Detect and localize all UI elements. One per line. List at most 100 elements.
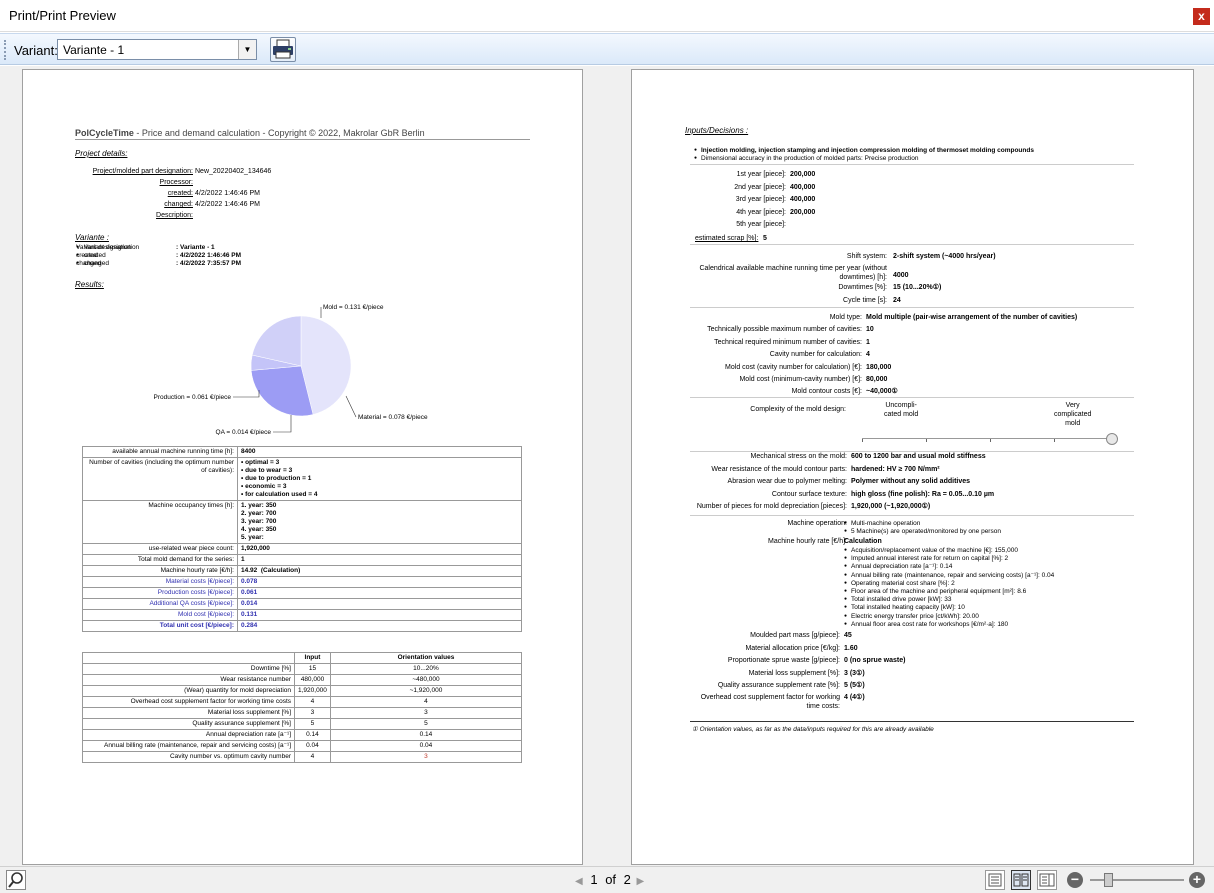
year-value: 400,000 — [790, 196, 816, 203]
zoom-search-button[interactable] — [6, 870, 26, 890]
results-value: 0.014 — [237, 598, 522, 610]
field-value: 180,000 — [866, 363, 892, 371]
project-row-label: Processor: — [159, 179, 193, 186]
field-label: Technical required minimum number of cav… — [714, 338, 862, 346]
close-button[interactable]: x — [1193, 8, 1210, 25]
multi-page-view-button[interactable] — [1037, 870, 1057, 890]
results-row: use-related wear piece count: 1,920,000 — [82, 543, 522, 555]
window-titlebar: Print/Print Preview x — [0, 0, 1214, 32]
complexity-label: Complexity of the mold design: — [750, 406, 846, 413]
results-label: use-related wear piece count: — [82, 543, 238, 555]
results-label: Mold cost [€/piece]: — [82, 609, 238, 621]
stress-label: Wear resistance of the mould contour par… — [711, 465, 847, 473]
field-value: ~40,000① — [866, 388, 898, 396]
tail-value: 4 (4①) — [844, 694, 865, 701]
variant-label: Variant: — [14, 43, 58, 58]
scrap-value: 5 — [763, 235, 767, 242]
preview-canvas[interactable]: PolCycleTime - Price and demand calculat… — [0, 66, 1214, 866]
process-bullet: Dimensional accuracy in the production o… — [701, 155, 919, 162]
two-page-icon — [1013, 873, 1029, 887]
year-label: 4th year [piece]: — [736, 208, 786, 216]
shift-label: Calendrical available machine running ti… — [699, 265, 887, 281]
printer-icon — [273, 39, 293, 59]
results-row: Material costs [€/piece]: 0.078 — [82, 576, 522, 588]
chevron-down-icon[interactable]: ▼ — [238, 40, 256, 59]
hourly-title: Calculation — [844, 538, 882, 545]
shift-value: 4000 — [893, 272, 909, 279]
orientation-value: 4 — [329, 696, 523, 708]
results-label: Number of cavities (including the optimu… — [82, 457, 238, 501]
results-value: 8400 — [237, 446, 522, 458]
stress-label: Mechanical stress on the mold: — [750, 453, 848, 460]
slider-thumb[interactable] — [1106, 433, 1118, 445]
zoom-slider-thumb[interactable] — [1104, 873, 1113, 887]
orientation-input: 5 — [294, 718, 331, 730]
pie-leader-line — [345, 395, 357, 418]
orientation-input: 0.04 — [294, 740, 331, 752]
tail-value: 5 (5①) — [844, 682, 865, 689]
stress-label: Abrasion wear due to polymer melting: — [727, 478, 847, 485]
current-page[interactable]: 1 — [590, 872, 597, 887]
tail-value: 1.60 — [844, 645, 858, 652]
project-details-heading: Project details: — [75, 149, 128, 158]
variante-row-value: : 4/2/2022 7:35:57 PM — [176, 260, 242, 267]
zoom-in-icon[interactable]: + — [1189, 872, 1205, 888]
orientation-input: 4 — [294, 696, 331, 708]
field-value: 4 — [866, 351, 870, 359]
zoom-slider[interactable] — [1090, 873, 1184, 887]
single-page-view-button[interactable] — [985, 870, 1005, 890]
orientation-table: Input Orientation values Downtime [%] 15 10.… — [82, 652, 523, 763]
orientation-input: 15 — [294, 663, 331, 675]
results-row: Production costs [€/piece]: 0.061 — [82, 587, 522, 599]
orientation-header-row: Input Orientation values — [82, 652, 523, 664]
results-value: 1. year: 350 2. year: 700 3. year: 700 4… — [237, 500, 522, 544]
project-row-label: changed: — [164, 201, 193, 208]
year-label: 3rd year [piece]: — [735, 196, 786, 203]
field-label: Mold cost (minimum-cavity number) [€]: — [739, 376, 862, 383]
two-page-view-button[interactable] — [1011, 870, 1031, 890]
results-label: Total unit cost [€/piece]: — [82, 620, 238, 632]
scrap-label: estimated scrap [%]: — [695, 235, 759, 242]
shift-label: Downtimes [%]: — [838, 284, 887, 291]
project-row-value: New_20220402_134646 — [195, 168, 272, 175]
zoom-out-icon[interactable]: − — [1067, 872, 1083, 888]
single-page-icon — [988, 873, 1002, 887]
results-row: available annual machine running time [h… — [82, 446, 522, 458]
year-label: 1st year [piece]: — [736, 171, 786, 178]
results-row: Mold cost [€/piece]: 0.131 — [82, 609, 522, 621]
orientation-input: 480,000 — [294, 674, 331, 686]
prev-page-icon[interactable]: ◀ — [575, 876, 583, 887]
orientation-value: ~480,000 — [329, 674, 523, 686]
field-value: 10 — [866, 326, 874, 334]
tail-value: 3 (3①) — [844, 670, 865, 677]
orientation-row: Quality assurance supplement [%] 5 5 — [82, 718, 523, 730]
pie-label-production: Production = 0.061 €/piece — [153, 394, 231, 401]
header-copyright: - Price and demand calculation - Copyrig… — [133, 128, 425, 138]
orientation-header-empty — [82, 652, 295, 664]
results-value: 0.131 — [237, 609, 522, 621]
results-heading: Results: — [75, 280, 104, 289]
next-page-icon[interactable]: ▶ — [637, 876, 645, 887]
results-label: Material costs [€/piece]: — [82, 576, 238, 588]
stress-value: 600 to 1200 bar and usual mold stiffness — [851, 453, 986, 460]
project-row-value: 4/2/2022 1:46:46 PM — [195, 201, 260, 208]
orientation-row: Cavity number vs. optimum cavity number 4… — [82, 751, 523, 763]
complexity-slider[interactable] — [862, 433, 1124, 446]
orientation-row: Annual depreciation rate [a⁻¹] 0.14 0.14 — [82, 729, 523, 741]
print-button[interactable] — [270, 37, 296, 62]
results-row: Machine occupancy times [h]: 1. year: 350… — [82, 500, 522, 544]
pie-leader-line — [233, 390, 260, 398]
results-label: Total mold demand for the series: — [82, 554, 238, 566]
results-value: 1 — [237, 554, 522, 566]
results-label: available annual machine running time [h… — [82, 446, 238, 458]
pie-leader-line — [273, 415, 292, 433]
project-row-label: created: — [167, 190, 193, 197]
field-label: Mold type: — [829, 314, 862, 321]
shift-label: Cycle time [s]: — [843, 297, 887, 304]
toolbar-grip-icon[interactable] — [4, 40, 6, 60]
variant-select[interactable]: Variante - 1 ▼ — [57, 39, 257, 60]
orientation-label: (Wear) quantity for mold depreciation — [82, 685, 295, 697]
orientation-input: 4 — [294, 751, 331, 763]
results-value: 1,920,000 — [237, 543, 522, 555]
orientation-row: Material loss supplement [%] 3 3 — [82, 707, 523, 719]
